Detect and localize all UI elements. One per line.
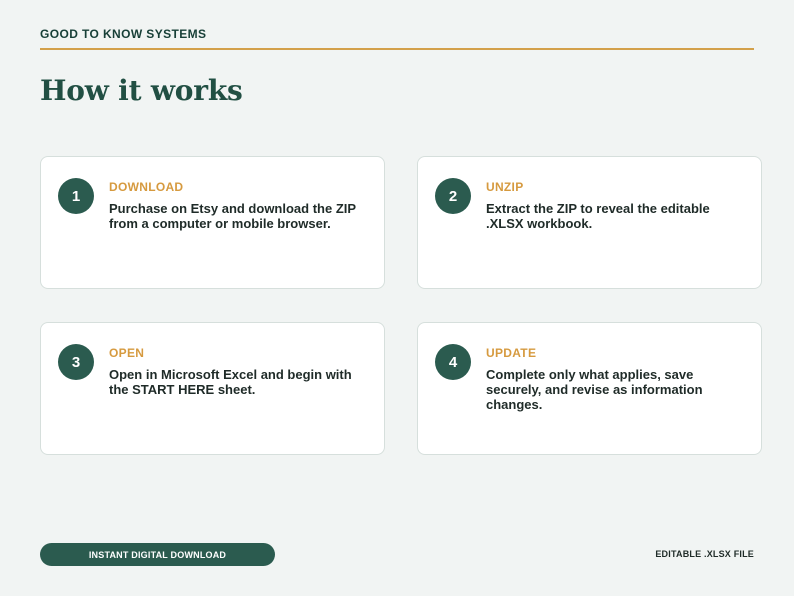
step-title: OPEN	[109, 346, 145, 360]
step-title: UPDATE	[486, 346, 537, 360]
step-card-open: 3 OPEN Open in Microsoft Excel and begin…	[40, 322, 385, 455]
instant-download-badge: INSTANT DIGITAL DOWNLOAD	[40, 543, 275, 566]
step-number-badge: 1	[58, 178, 94, 214]
step-number-badge: 4	[435, 344, 471, 380]
brand-name: GOOD TO KNOW SYSTEMS	[40, 27, 207, 41]
step-description: Open in Microsoft Excel and begin with t…	[109, 367, 352, 397]
step-title: DOWNLOAD	[109, 180, 184, 194]
step-description: Extract the ZIP to reveal the editable .…	[486, 201, 710, 231]
step-number-badge: 3	[58, 344, 94, 380]
page-title: How it works	[40, 74, 243, 107]
step-title: UNZIP	[486, 180, 524, 194]
step-description: Complete only what applies, save securel…	[486, 367, 703, 412]
step-description: Purchase on Etsy and download the ZIP fr…	[109, 201, 356, 231]
step-number-badge: 2	[435, 178, 471, 214]
step-card-update: 4 UPDATE Complete only what applies, sav…	[417, 322, 762, 455]
step-card-unzip: 2 UNZIP Extract the ZIP to reveal the ed…	[417, 156, 762, 289]
header: GOOD TO KNOW SYSTEMS	[40, 27, 754, 50]
file-format-label: EDITABLE .XLSX FILE	[655, 549, 754, 559]
step-card-download: 1 DOWNLOAD Purchase on Etsy and download…	[40, 156, 385, 289]
